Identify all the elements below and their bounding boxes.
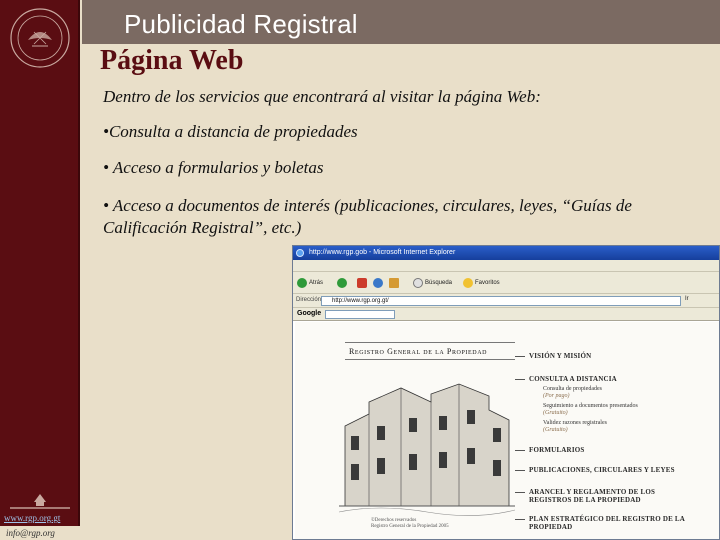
site-page: Registro General de la Propiedad ©Derech…	[295, 322, 719, 539]
browser-menubar	[293, 260, 719, 272]
browser-window-title: http://www.rgp.gob - Microsoft Internet …	[309, 249, 456, 256]
search-icon	[413, 278, 423, 288]
menu-plan-estrategico[interactable]: PLAN ESTRATÉGICO DEL REGISTRO DE LA PROP…	[529, 515, 689, 531]
menu-dash	[515, 356, 525, 357]
intro-text: Dentro de los servicios que encontrará a…	[103, 87, 541, 106]
copyright-line: Registro General de la Propiedad 2005	[371, 524, 449, 529]
browser-titlebar: http://www.rgp.gob - Microsoft Internet …	[293, 246, 719, 260]
refresh-button[interactable]	[373, 277, 383, 289]
submenu-note: (Gratuito)	[543, 427, 568, 433]
browser-toolbar: Atrás Búsqueda Favoritos	[293, 272, 719, 294]
address-input[interactable]: http://www.rgp.org.gt/	[321, 296, 681, 306]
submenu-label: Consulta de propiedades	[543, 386, 602, 392]
website-link[interactable]: www.rgp.org.gt	[4, 513, 60, 523]
menu-dash	[515, 519, 525, 520]
back-arrow-icon	[297, 278, 307, 288]
site-copyright: ©Derechos reservados Registro General de…	[371, 518, 449, 530]
home-button[interactable]	[389, 277, 399, 289]
browser-screenshot: http://www.rgp.gob - Microsoft Internet …	[292, 245, 720, 540]
bullet-forms: • Acceso a formularios y boletas	[103, 158, 324, 177]
back-button[interactable]: Atrás	[297, 277, 323, 289]
site-header: Registro General de la Propiedad	[345, 342, 515, 360]
google-toolbar: Google	[293, 308, 719, 321]
refresh-icon	[373, 278, 383, 288]
google-search-input[interactable]	[325, 310, 395, 319]
registry-logo-icon	[10, 494, 70, 509]
home-icon	[389, 278, 399, 288]
menu-publicaciones[interactable]: PUBLICACIONES, CIRCULARES Y LEYES	[529, 466, 675, 474]
menu-dash	[515, 379, 525, 380]
bullet-documents: • Acceso a documentos de interés (public…	[103, 196, 632, 237]
email-text[interactable]: info@rgp.org	[0, 526, 80, 540]
submenu-note: (Por pago)	[543, 393, 570, 399]
search-button[interactable]: Búsqueda	[413, 277, 452, 289]
submenu-label: Validez razones registrales	[543, 420, 607, 426]
menu-dash	[515, 450, 525, 451]
menu-arancel[interactable]: ARANCEL Y REGLAMENTO DE LOS REGISTROS DE…	[529, 488, 689, 504]
back-label: Atrás	[309, 280, 324, 286]
favorites-label: Favoritos	[475, 280, 500, 286]
page-title: Página Web	[100, 45, 244, 76]
building-illustration	[339, 366, 515, 516]
bullet-remote-consult: •Consulta a distancia de propiedades	[103, 122, 358, 141]
menu-dash	[515, 492, 525, 493]
browser-content: Registro General de la Propiedad ©Derech…	[293, 322, 719, 539]
menu-vision-mision[interactable]: VISIÓN Y MISIÓN	[529, 352, 591, 360]
favorites-button[interactable]: Favoritos	[463, 277, 500, 289]
stop-button[interactable]	[357, 277, 367, 289]
forward-arrow-icon	[337, 278, 347, 288]
search-label: Búsqueda	[425, 280, 453, 286]
submenu-label: Seguimiento a documentos presentados	[543, 403, 638, 409]
address-label: Dirección	[296, 297, 322, 303]
submenu-validez-razones[interactable]: Validez razones registrales (Gratuito)	[543, 420, 607, 434]
left-sidebar: www.rgp.org.gt info@rgp.org	[0, 0, 80, 540]
forward-button[interactable]	[337, 277, 347, 289]
menu-dash	[515, 470, 525, 471]
favorites-star-icon	[463, 278, 473, 288]
menu-formularios[interactable]: FORMULARIOS	[529, 446, 584, 454]
submenu-seguimiento-documentos[interactable]: Seguimiento a documentos presentados (Gr…	[543, 403, 638, 417]
section-title: Publicidad Registral	[124, 9, 358, 39]
menu-consulta-distancia[interactable]: CONSULTA A DISTANCIA	[529, 375, 617, 383]
guatemala-seal-icon	[10, 8, 70, 68]
submenu-note: (Gratuito)	[543, 410, 568, 416]
browser-address-bar: Dirección http://www.rgp.org.gt/ Ir	[293, 294, 719, 308]
stop-icon	[357, 278, 367, 288]
submenu-consulta-propiedades[interactable]: Consulta de propiedades (Por pago)	[543, 386, 602, 400]
google-logo: Google	[297, 310, 322, 317]
internet-explorer-icon	[296, 249, 304, 257]
go-button[interactable]: Ir	[685, 296, 715, 306]
